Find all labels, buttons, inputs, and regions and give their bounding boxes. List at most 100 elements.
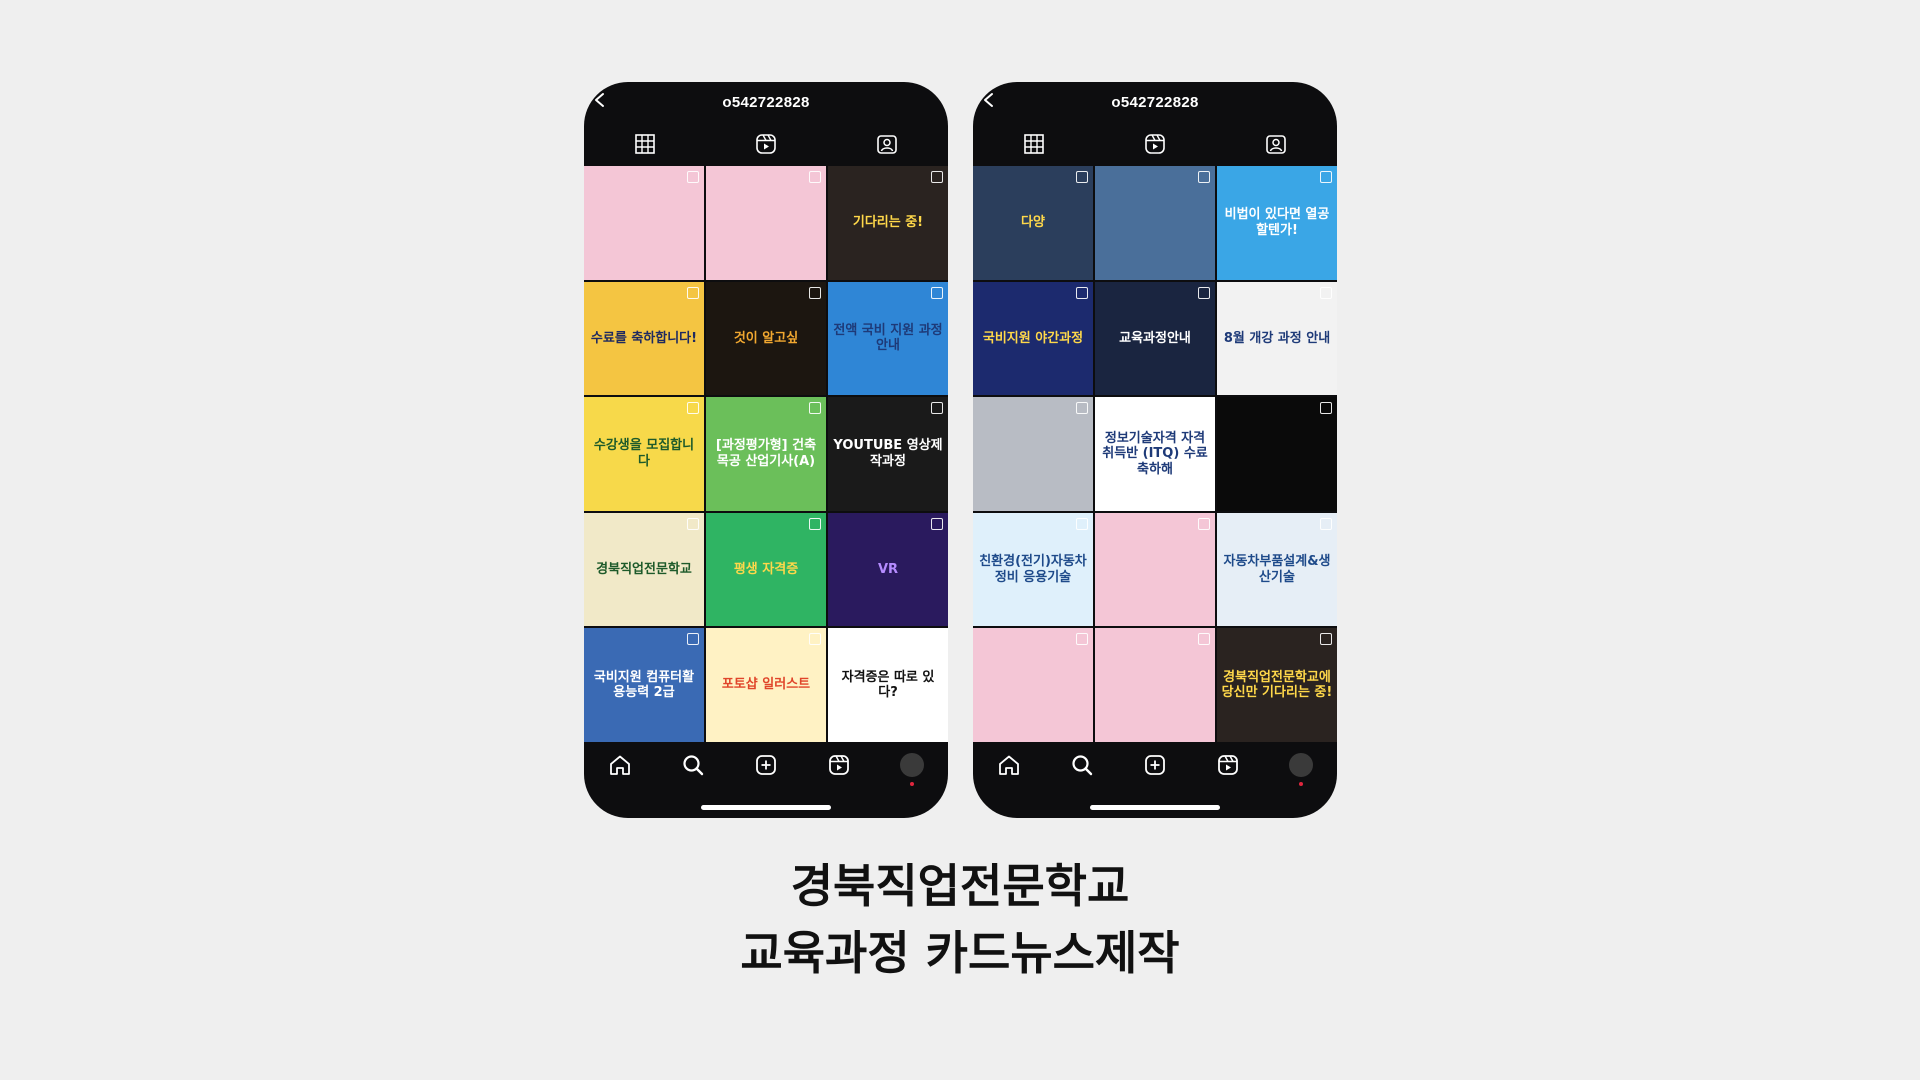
carousel-icon bbox=[1076, 517, 1088, 530]
post-tile-text: 경북직업전문학교 bbox=[596, 561, 692, 577]
nav-profile[interactable] bbox=[1264, 753, 1337, 786]
caption-title: 경북직업전문학교 bbox=[790, 859, 1130, 913]
tab-tagged[interactable] bbox=[1216, 122, 1337, 166]
post-tile[interactable]: VR bbox=[828, 512, 948, 627]
post-tile[interactable]: 다양 bbox=[973, 166, 1093, 280]
post-tile[interactable]: 국비지원 야간과정 bbox=[973, 281, 1093, 396]
post-tile-text: 국비지원 컴퓨터활용능력 2급 bbox=[593, 669, 695, 701]
carousel-icon bbox=[809, 171, 821, 183]
search-icon bbox=[683, 755, 704, 776]
carousel-icon bbox=[1320, 286, 1332, 299]
nav-home[interactable] bbox=[584, 753, 657, 777]
notification-dot bbox=[1298, 782, 1303, 786]
post-tile-text: YOUTUBE 영상제작과정 bbox=[833, 438, 943, 469]
nav-reels[interactable] bbox=[1191, 753, 1264, 777]
phone-right: o542722828 다양 비법이 있다면 열공할텐가! 국비지원 야간과정 교… bbox=[973, 82, 1337, 818]
tab-grid[interactable] bbox=[584, 122, 705, 166]
tab-reels[interactable] bbox=[1094, 122, 1215, 166]
post-tile-text: 정보기술자격 자격취득반 (ITQ) 수료축하해 bbox=[1102, 430, 1208, 477]
carousel-icon bbox=[687, 171, 699, 183]
post-tile[interactable]: 정보기술자격 자격취득반 (ITQ) 수료축하해 bbox=[1095, 397, 1215, 511]
carousel-icon bbox=[687, 633, 699, 646]
add-icon bbox=[756, 755, 776, 775]
post-tile[interactable]: 국비지원 컴퓨터활용능력 2급 bbox=[584, 628, 704, 742]
post-tile[interactable] bbox=[973, 397, 1093, 511]
post-tile[interactable] bbox=[1217, 397, 1337, 511]
carousel-icon bbox=[1320, 171, 1332, 183]
post-tile[interactable] bbox=[584, 166, 704, 280]
post-tile[interactable]: YOUTUBE 영상제작과정 bbox=[828, 397, 948, 511]
post-tile-text: 전액 국비 지원 과정 안내 bbox=[833, 322, 943, 354]
post-tile[interactable]: [과정평가형] 건축목공 산업기사(A) bbox=[706, 397, 826, 511]
post-tile[interactable]: 자동차부품설계&생산기술 bbox=[1217, 512, 1337, 627]
tab-grid[interactable] bbox=[973, 122, 1094, 166]
post-tile-text: 자격증은 따로 있다? bbox=[841, 669, 935, 701]
home-indicator bbox=[701, 805, 831, 810]
carousel-icon bbox=[687, 517, 699, 530]
profile-icon bbox=[1288, 753, 1313, 777]
post-tile[interactable] bbox=[706, 166, 826, 280]
carousel-icon bbox=[809, 633, 821, 646]
nav-create[interactable] bbox=[730, 753, 803, 777]
tagged-icon bbox=[1266, 135, 1287, 154]
post-tile-text: 자동차부품설계&생산기술 bbox=[1223, 554, 1331, 585]
add-icon bbox=[1145, 755, 1165, 775]
profile-header: o542722828 bbox=[584, 82, 948, 122]
reels-icon bbox=[1145, 134, 1165, 154]
tab-tagged[interactable] bbox=[827, 122, 948, 166]
carousel-icon bbox=[931, 286, 943, 299]
post-tile-text: 평생 자격증 bbox=[733, 561, 799, 577]
nav-search[interactable] bbox=[657, 753, 730, 777]
carousel-icon bbox=[1076, 171, 1088, 183]
nav-profile[interactable] bbox=[875, 753, 948, 786]
post-tile[interactable]: 친환경(전기)자동차 정비 응용기술 bbox=[973, 512, 1093, 627]
post-tile-text: 교육과정안내 bbox=[1119, 330, 1191, 346]
post-tile[interactable]: 자격증은 따로 있다? bbox=[828, 628, 948, 742]
nav-create[interactable] bbox=[1119, 753, 1192, 777]
post-tile[interactable]: 비법이 있다면 열공할텐가! bbox=[1217, 166, 1337, 280]
carousel-icon bbox=[1076, 286, 1088, 299]
post-tile[interactable] bbox=[1095, 166, 1215, 280]
post-tile-text: 다양 bbox=[1021, 215, 1045, 230]
grid-icon bbox=[1023, 134, 1044, 154]
post-tile-text: 것이 알고싶 bbox=[733, 330, 799, 346]
post-tile[interactable]: 경북직업전문학교에 당신만 기다리는 중! bbox=[1217, 628, 1337, 742]
post-tile[interactable]: 포토샵 일러스트 bbox=[706, 628, 826, 742]
post-tile[interactable]: 평생 자격증 bbox=[706, 512, 826, 627]
post-tile-text: 수료를 축하합니다! bbox=[590, 330, 698, 346]
post-tile[interactable] bbox=[973, 628, 1093, 742]
post-tile[interactable]: 기다리는 중! bbox=[828, 166, 948, 280]
post-tile-text: [과정평가형] 건축목공 산업기사(A) bbox=[715, 438, 817, 469]
post-tile[interactable]: 전액 국비 지원 과정 안내 bbox=[828, 281, 948, 396]
post-tile[interactable]: 교육과정안내 bbox=[1095, 281, 1215, 396]
carousel-icon bbox=[1320, 633, 1332, 646]
phone-left: o542722828 기다리는 중! 수료를 축하합니다! 것이 알고싶 전액 … bbox=[584, 82, 948, 818]
post-tile[interactable]: 수료를 축하합니다! bbox=[584, 281, 704, 396]
post-tile[interactable]: 수강생을 모집합니다 bbox=[584, 397, 704, 511]
post-tile[interactable]: 것이 알고싶 bbox=[706, 281, 826, 396]
post-tile-text: 8월 개강 과정 안내 bbox=[1223, 330, 1331, 346]
carousel-icon bbox=[931, 517, 943, 530]
post-tile[interactable]: 8월 개강 과정 안내 bbox=[1217, 281, 1337, 396]
carousel-icon bbox=[687, 402, 699, 415]
carousel-icon bbox=[809, 286, 821, 299]
carousel-icon bbox=[1076, 402, 1088, 415]
nav-reels[interactable] bbox=[802, 753, 875, 777]
post-grid: 다양 비법이 있다면 열공할텐가! 국비지원 야간과정 교육과정안내 8월 개강 과정 … bbox=[973, 166, 1337, 742]
nav-home[interactable] bbox=[973, 753, 1046, 777]
tab-reels[interactable] bbox=[705, 122, 826, 166]
post-tile-text: 비법이 있다면 열공할텐가! bbox=[1224, 207, 1330, 238]
post-tile-text: 국비지원 야간과정 bbox=[982, 330, 1084, 346]
carousel-icon bbox=[809, 517, 821, 530]
post-tile-text: 기다리는 중! bbox=[852, 215, 924, 230]
carousel-icon bbox=[931, 633, 943, 646]
post-tile[interactable] bbox=[1095, 512, 1215, 627]
profile-tabs bbox=[584, 122, 948, 166]
home-icon bbox=[999, 755, 1020, 775]
post-tile-text: 수강생을 모집합니다 bbox=[593, 438, 695, 469]
carousel-icon bbox=[1320, 517, 1332, 530]
post-tile[interactable] bbox=[1095, 628, 1215, 742]
carousel-icon bbox=[809, 402, 821, 415]
nav-search[interactable] bbox=[1046, 753, 1119, 777]
post-tile[interactable]: 경북직업전문학교 bbox=[584, 512, 704, 627]
